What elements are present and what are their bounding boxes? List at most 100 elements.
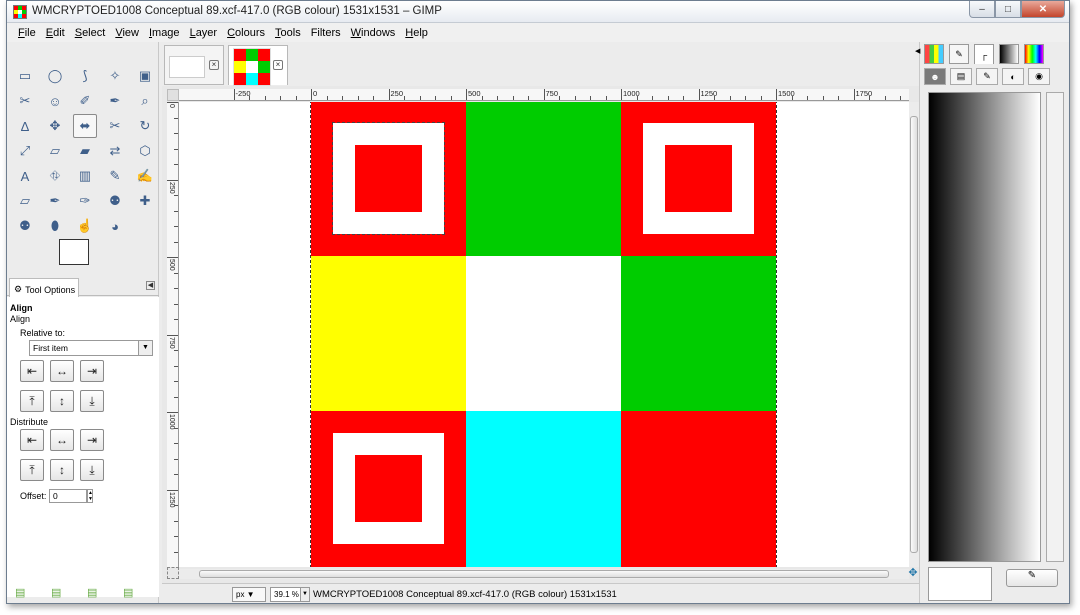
paths-icon[interactable]: ✐	[73, 89, 97, 113]
tab-gegl[interactable]: ☻	[924, 68, 946, 85]
tab-palette-editor[interactable]: ◉	[1028, 68, 1050, 85]
menu-file[interactable]: File	[13, 27, 41, 39]
fg-bg-colors[interactable]	[59, 239, 107, 277]
image-tab-2[interactable]: ×	[228, 45, 288, 86]
tab-paths[interactable]: ┌	[974, 44, 994, 64]
foreground-color-swatch[interactable]	[59, 239, 89, 265]
perspective-icon[interactable]: ▰	[73, 139, 97, 163]
menu-view[interactable]: View	[110, 27, 144, 39]
chevron-down-icon[interactable]: ▼	[138, 341, 152, 355]
quick-mask-toggle[interactable]	[167, 567, 179, 579]
dodge-burn-icon[interactable]: ◕	[103, 214, 127, 238]
brush-preview[interactable]	[928, 567, 992, 601]
unit-select[interactable]: px ▼	[232, 587, 266, 602]
foreground-select-icon[interactable]: ☺	[43, 89, 67, 113]
reset-icon[interactable]: ▤	[123, 586, 137, 600]
free-select-icon[interactable]: ⟆	[73, 64, 97, 88]
crop-icon[interactable]: ✂	[103, 114, 127, 138]
align-vcenter-button[interactable]: ↕	[50, 390, 74, 412]
color-picker-icon[interactable]: ✒	[103, 89, 127, 113]
horizontal-scrollbar[interactable]	[179, 569, 909, 579]
blend-icon[interactable]: ▥	[73, 164, 97, 188]
offset-spinner[interactable]: ▲ ▼	[87, 489, 93, 503]
align-top-button[interactable]: ⤒	[20, 390, 44, 412]
align-bottom-button[interactable]: ⤓	[80, 390, 104, 412]
canvas-area[interactable]	[179, 102, 909, 567]
bucket-fill-icon[interactable]: ⛗	[43, 164, 67, 188]
eraser-icon[interactable]: ▱	[13, 189, 37, 213]
menu-colours[interactable]: Colours	[222, 27, 270, 39]
tab-palettes[interactable]	[1024, 44, 1044, 64]
vertical-scroll-thumb[interactable]	[910, 116, 918, 553]
align-right-button[interactable]: ⇥	[80, 360, 104, 382]
menu-filters[interactable]: Filters	[306, 27, 346, 39]
scale-icon[interactable]: ⤢	[13, 139, 37, 163]
smudge-icon[interactable]: ☝	[73, 214, 97, 238]
flip-icon[interactable]: ⇄	[103, 139, 127, 163]
gradient-preview[interactable]	[928, 92, 1041, 562]
distribute-top-button[interactable]: ⤒	[20, 459, 44, 481]
rotate-icon[interactable]: ↻	[133, 114, 157, 138]
vertical-ruler[interactable]: 0250500750100012501500	[167, 102, 179, 567]
tab-brushes-2[interactable]: ✎	[976, 68, 998, 85]
distribute-right-button[interactable]: ⇥	[80, 429, 104, 451]
dock-side-panel[interactable]	[1046, 92, 1064, 562]
tab-brushes[interactable]: ✎	[949, 44, 969, 64]
save-preset-icon[interactable]: ▤	[15, 586, 29, 600]
ruler-corner[interactable]	[167, 89, 179, 101]
heal-icon[interactable]: ✚	[133, 189, 157, 213]
vertical-scrollbar[interactable]	[909, 102, 919, 567]
align-left-button[interactable]: ⇤	[20, 360, 44, 382]
relative-to-select[interactable]: First item ▼	[29, 340, 153, 356]
horizontal-ruler[interactable]: -250 0 250 500 750 1000 1250 1500 1750	[179, 89, 909, 101]
menu-help[interactable]: Help	[400, 27, 433, 39]
pencil-icon[interactable]: ✎	[103, 164, 127, 188]
panel-menu-button[interactable]: ◀	[146, 281, 155, 290]
distribute-hcenter-button[interactable]: ↔	[50, 429, 74, 451]
image-canvas[interactable]	[310, 102, 777, 567]
minimize-button[interactable]: –	[969, 1, 995, 18]
tab-gradients[interactable]	[999, 44, 1019, 64]
rect-select-icon[interactable]: ▭	[13, 64, 37, 88]
distribute-bottom-button[interactable]: ⤓	[80, 459, 104, 481]
dock-menu-icon[interactable]: ◀	[915, 47, 920, 55]
close-icon[interactable]: ×	[209, 60, 219, 70]
menu-windows[interactable]: Windows	[346, 27, 401, 39]
select-by-color-icon[interactable]: ▣	[133, 64, 157, 88]
edit-button[interactable]: ✎	[1006, 569, 1058, 587]
ink-icon[interactable]: ✑	[73, 189, 97, 213]
align-hcenter-button[interactable]: ↔	[50, 360, 74, 382]
fuzzy-select-icon[interactable]: ✧	[103, 64, 127, 88]
maximize-button[interactable]: □	[995, 1, 1021, 18]
menu-image[interactable]: Image	[144, 27, 185, 39]
delete-preset-icon[interactable]: ▤	[87, 586, 101, 600]
zoom-icon[interactable]: ⌕	[133, 89, 157, 113]
menu-layer[interactable]: Layer	[185, 27, 223, 39]
tab-colors[interactable]: ◐	[1002, 68, 1024, 85]
paintbrush-icon[interactable]: ✍	[133, 164, 157, 188]
restore-preset-icon[interactable]: ▤	[51, 586, 65, 600]
tab-patterns[interactable]	[924, 44, 944, 64]
perspective-clone-icon[interactable]: ⚉	[13, 214, 37, 238]
align-icon[interactable]: ⬌	[73, 114, 97, 138]
menu-edit[interactable]: Edit	[41, 27, 70, 39]
shear-icon[interactable]: ▱	[43, 139, 67, 163]
airbrush-icon[interactable]: ✒	[43, 189, 67, 213]
cage-transform-icon[interactable]: ⬡	[133, 139, 157, 163]
navigate-icon[interactable]: ✥	[907, 567, 919, 579]
close-button[interactable]: ✕	[1021, 1, 1065, 18]
distribute-left-button[interactable]: ⇤	[20, 429, 44, 451]
tab-tool-options[interactable]: ⚙ Tool Options	[9, 278, 79, 297]
measure-icon[interactable]: ∆	[13, 114, 37, 138]
ellipse-select-icon[interactable]: ◯	[43, 64, 67, 88]
blur-sharpen-icon[interactable]: ⬮	[43, 214, 67, 238]
scissors-select-icon[interactable]: ✂	[13, 89, 37, 113]
tab-device-status[interactable]: ▤	[950, 68, 972, 85]
horizontal-scroll-thumb[interactable]	[199, 570, 889, 578]
selection-marquee[interactable]	[332, 122, 445, 235]
chevron-down-icon[interactable]: ▼	[300, 587, 310, 602]
menu-tools[interactable]: Tools	[270, 27, 306, 39]
close-icon[interactable]: ×	[273, 60, 283, 70]
text-icon[interactable]: A	[13, 164, 37, 188]
menu-select[interactable]: Select	[70, 27, 111, 39]
